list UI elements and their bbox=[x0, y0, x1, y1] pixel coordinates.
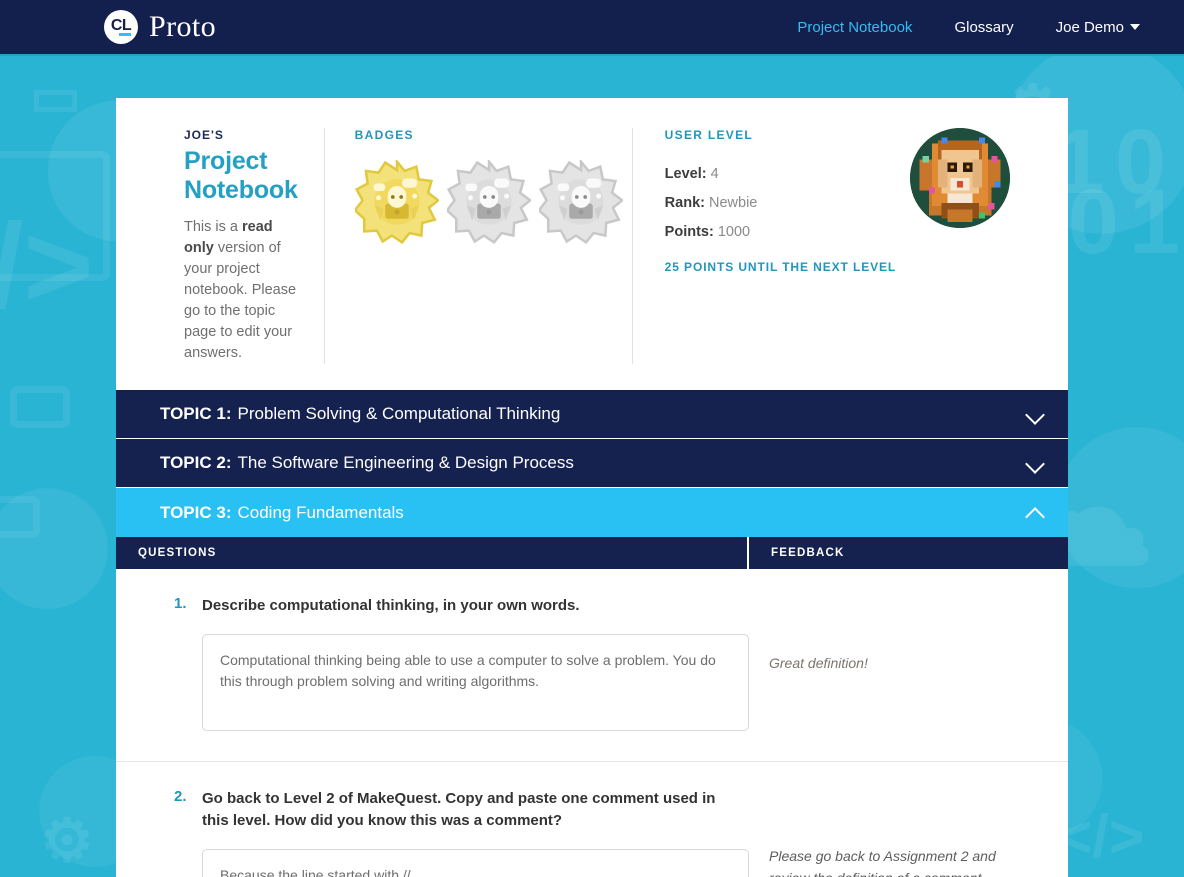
user-level-info: USER LEVEL Level: 4 Rank: Newbie Points:… bbox=[665, 128, 896, 364]
laptop-glyph-2 bbox=[0, 496, 40, 538]
desc-pre: This is a bbox=[184, 219, 243, 235]
topic-1-title: Problem Solving & Computational Thinking bbox=[237, 404, 561, 424]
feedback-text-2: Please go back to Assignment 2 and revie… bbox=[769, 847, 996, 877]
chevron-down-icon bbox=[1130, 24, 1140, 30]
brand-logo[interactable]: CL Proto bbox=[104, 10, 216, 44]
feedback-cell-2: Please go back to Assignment 2 and revie… bbox=[747, 762, 1068, 877]
question-number-2: 2. bbox=[174, 788, 187, 806]
question-number-1: 1. bbox=[174, 595, 187, 613]
stat-rank-key: Rank: bbox=[664, 195, 705, 211]
stat-rank-value: Newbie bbox=[709, 195, 758, 211]
question-text-2: Go back to Level 2 of MakeQuest. Copy an… bbox=[202, 790, 716, 829]
code-tag-glyph: </> bbox=[1057, 803, 1144, 870]
user-menu-label: Joe Demo bbox=[1055, 18, 1124, 36]
stat-level-key: Level: bbox=[664, 166, 707, 182]
table-row: 2. Go back to Level 2 of MakeQuest. Copy… bbox=[116, 762, 1068, 877]
question-line-1: 1. Describe computational thinking, in y… bbox=[174, 595, 725, 616]
badge-locked-1[interactable] bbox=[444, 158, 532, 245]
notebook-owner-eyebrow: JOE'S bbox=[184, 128, 224, 142]
topic-row-2[interactable]: TOPIC 2: The Software Engineering & Desi… bbox=[116, 439, 1068, 489]
stat-level-value: 4 bbox=[710, 166, 719, 182]
question-text-1: Describe computational thinking, in your… bbox=[202, 597, 580, 615]
brand-name: Proto bbox=[149, 10, 217, 43]
nav-links: Project Notebook Glossary Joe Demo bbox=[797, 19, 1140, 36]
cl-logo-icon: CL bbox=[104, 10, 138, 44]
stat-level: Level: 4 bbox=[665, 160, 896, 189]
monitor-glyph bbox=[0, 151, 110, 281]
desc-post: version of your project notebook. Please… bbox=[184, 240, 297, 362]
questions-body: 1. Describe computational thinking, in y… bbox=[116, 569, 1068, 877]
badges-row bbox=[352, 158, 624, 245]
avatar[interactable] bbox=[910, 128, 1011, 228]
question-cell-2: 2. Go back to Level 2 of MakeQuest. Copy… bbox=[116, 762, 749, 877]
questions-column-header: QUESTIONS bbox=[116, 537, 747, 570]
chevron-down-icon[interactable] bbox=[1026, 454, 1044, 472]
answer-field-1[interactable]: Computational thinking being able to use… bbox=[202, 634, 749, 732]
table-header-row: QUESTIONS FEEDBACK bbox=[116, 537, 1068, 570]
user-level-label: USER LEVEL bbox=[664, 128, 754, 142]
notebook-info-column: JOE'S Project Notebook This is a read on… bbox=[116, 128, 324, 364]
top-navigation-bar: CL Proto Project Notebook Glossary Joe D… bbox=[0, 0, 1184, 56]
badges-column: BADGES bbox=[323, 128, 632, 365]
badge-earned[interactable] bbox=[352, 158, 440, 245]
next-level-progress: 25 POINTS UNTIL THE NEXT LEVEL bbox=[664, 260, 897, 274]
feedback-cell-1: Great definition! bbox=[747, 569, 1068, 761]
gear-glyph: ⚙ bbox=[40, 807, 94, 874]
stat-points-value: 1000 bbox=[717, 224, 751, 240]
feedback-text-1: Great definition! bbox=[769, 655, 868, 672]
chevron-down-icon[interactable] bbox=[1026, 405, 1044, 423]
binary-glyph-2: 01 bbox=[1067, 171, 1184, 273]
page-title: Project Notebook bbox=[184, 147, 298, 204]
feedback-column-header: FEEDBACK bbox=[749, 537, 1068, 570]
notebook-description: This is a read only version of your proj… bbox=[184, 217, 298, 364]
topic-1-number: TOPIC 1: bbox=[160, 404, 232, 424]
nav-link-project-notebook[interactable]: Project Notebook bbox=[797, 19, 912, 36]
table-row: 1. Describe computational thinking, in y… bbox=[116, 569, 1068, 763]
logo-mark-text: CL bbox=[110, 17, 132, 34]
question-line-2: 2. Go back to Level 2 of MakeQuest. Copy… bbox=[174, 788, 725, 831]
user-level-column: USER LEVEL Level: 4 Rank: Newbie Points:… bbox=[631, 128, 1078, 365]
stat-rank: Rank: Newbie bbox=[665, 189, 896, 218]
topic-2-title: The Software Engineering & Design Proces… bbox=[237, 453, 574, 473]
chevron-up-icon[interactable] bbox=[1026, 504, 1044, 522]
topic-3-title: Coding Fundamentals bbox=[237, 502, 404, 522]
nav-link-glossary[interactable]: Glossary bbox=[954, 19, 1013, 36]
page-container: JOE'S Project Notebook This is a read on… bbox=[116, 98, 1068, 877]
laptop-glyph-1 bbox=[10, 386, 70, 428]
user-menu[interactable]: Joe Demo bbox=[1056, 19, 1140, 36]
stat-points: Points: 1000 bbox=[665, 218, 896, 247]
answer-field-2[interactable]: Because the line started with // bbox=[202, 849, 749, 877]
topic-row-1[interactable]: TOPIC 1: Problem Solving & Computational… bbox=[116, 390, 1068, 440]
user-level-stats: Level: 4 Rank: Newbie Points: 1000 bbox=[665, 160, 896, 247]
topic-2-number: TOPIC 2: bbox=[160, 453, 232, 473]
cursor-glyph: ▭ bbox=[30, 67, 82, 127]
badge-locked-2[interactable] bbox=[536, 158, 624, 245]
summary-card: JOE'S Project Notebook This is a read on… bbox=[116, 98, 1068, 391]
topic-row-3[interactable]: TOPIC 3: Coding Fundamentals bbox=[116, 488, 1068, 538]
badges-label: BADGES bbox=[354, 128, 414, 142]
topic-3-number: TOPIC 3: bbox=[160, 502, 232, 522]
stat-points-key: Points: bbox=[664, 224, 714, 240]
question-cell-1: 1. Describe computational thinking, in y… bbox=[116, 569, 749, 761]
logo-underline bbox=[119, 33, 131, 36]
